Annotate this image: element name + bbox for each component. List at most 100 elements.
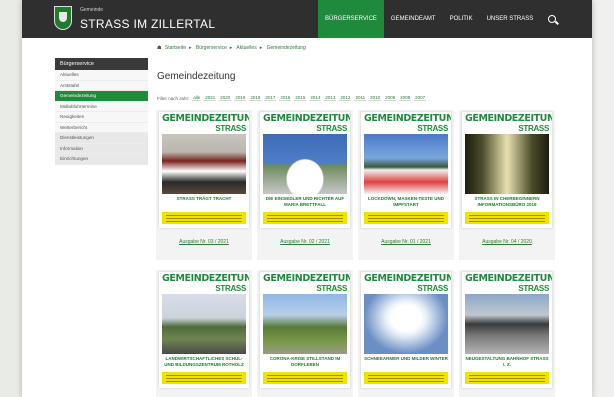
year-filter-link[interactable]: 2012 [339,95,352,101]
cover-masthead-title: GEMEINDEZEITUNG [263,273,350,284]
cover-masthead: GEMEINDEZEITUNG STRASS [361,272,451,294]
year-filter-link[interactable]: 2018 [249,95,262,101]
cover-masthead: GEMEINDEZEITUNG STRASS [462,272,552,294]
cover-masthead-place: STRASS [316,284,347,293]
year-filter-link[interactable]: 2017 [264,95,277,101]
year-filter-link[interactable]: 2015 [294,95,307,101]
nav-item-politik[interactable]: POLITIK [443,0,480,38]
cover-photo [465,134,549,194]
newspaper-cover[interactable]: GEMEINDEZEITUNG STRASS LOCKDOWN, MASKEN-… [361,112,451,228]
newspaper-card[interactable]: GEMEINDEZEITUNG STRASS LANDWIRTSCHAFTLIC… [156,270,252,397]
cover-masthead: GEMEINDEZEITUNG STRASS [462,112,552,134]
newspaper-cover[interactable]: GEMEINDEZEITUNG STRASS STRASS TRÄGT TRAC… [159,112,249,228]
newspaper-card[interactable]: GEMEINDEZEITUNG STRASS DIE EINSIEDLER UN… [257,110,353,260]
year-filter-link[interactable]: 2016 [279,95,292,101]
newspaper-cover[interactable]: GEMEINDEZEITUNG STRASS DIE EINSIEDLER UN… [260,112,350,228]
sidebar-item-amtstafel[interactable]: Amtstafel [55,80,148,91]
coat-of-arms-icon[interactable] [54,6,72,30]
sidebar-item-neuigkeiten[interactable]: Neuigkeiten [55,112,148,123]
main-nav: BÜRGERSERVICE GEMEINDEAMT POLITIK UNSER … [318,0,540,38]
issue-link[interactable]: Ausgabe Nr. 02 / 2021 [257,236,353,248]
nav-item-buergerservice[interactable]: BÜRGERSERVICE [318,0,384,38]
cover-footer-band [162,372,246,384]
cover-headline: STRASS TRÄGT TRACHT [176,196,232,201]
sidebar: Bürgerservice Aktuelles Amtstafel Gemein… [55,58,148,165]
breadcrumb-separator-icon: ▸ [229,45,233,51]
breadcrumb-item[interactable]: Gemeindezeitung [267,45,306,51]
cover-headline: NEUGESTALTUNG BAHNHOF STRASS I. Z. [465,356,549,367]
newspaper-card[interactable]: GEMEINDEZEITUNG STRASS SCHNEEARMER UND M… [358,270,454,397]
newspaper-cover[interactable]: GEMEINDEZEITUNG STRASS SCHNEEARMER UND M… [361,272,451,388]
cover-photo [162,134,246,194]
breadcrumb-item[interactable]: Bürgerservice [196,45,227,51]
home-icon[interactable]: ☗ [157,45,161,51]
breadcrumb-item[interactable]: Startseite [165,45,186,51]
breadcrumb: ☗ Startseite ▸ Bürgerservice ▸ Aktuelles ▸ … [157,45,306,51]
issue-link[interactable]: Ausgabe Nr. 03 / 2021 [156,236,252,248]
sidebar-item-gemeindezeitung[interactable]: Gemeindezeitung [55,91,148,102]
cover-photo [364,134,448,194]
cover-photo [263,294,347,354]
cover-photo [465,294,549,354]
year-filter-label: Filter nach Jahr: [157,95,190,101]
breadcrumb-separator-icon: ▸ [189,45,192,51]
search-icon[interactable] [548,15,556,23]
cover-masthead-title: GEMEINDEZEITUNG [162,273,249,284]
brand-title[interactable]: STRASS IM ZILLERTAL [80,17,215,31]
sidebar-item-dienstleistungen[interactable]: Dienstleistungen [55,133,148,144]
newspaper-cover[interactable]: GEMEINDEZEITUNG STRASS LANDWIRTSCHAFTLIC… [159,272,249,388]
cover-footer-band [465,372,549,384]
year-filter-link[interactable]: 2011 [354,95,367,101]
cover-masthead-place: STRASS [417,284,448,293]
year-filter-link[interactable]: 2014 [309,95,322,101]
newspaper-card[interactable]: GEMEINDEZEITUNG STRASS CORONA-KRISE STIL… [257,270,353,397]
year-filter-link[interactable]: 2009 [384,95,397,101]
newspaper-cover[interactable]: GEMEINDEZEITUNG STRASS CORONA-KRISE STIL… [260,272,350,388]
newspaper-card[interactable]: GEMEINDEZEITUNG STRASS STRASS IN CHERBEG… [459,110,555,260]
cover-masthead: GEMEINDEZEITUNG STRASS [159,272,249,294]
breadcrumb-item[interactable]: Aktuelles [236,45,256,51]
browser-page: Gemeinde STRASS IM ZILLERTAL BÜRGERSERVI… [22,0,592,397]
cover-masthead-title: GEMEINDEZEITUNG [364,273,451,284]
year-filter-link[interactable]: 2021 [204,95,217,101]
page-title: Gemeindezeitung [157,71,236,82]
cover-footer-band [263,212,347,224]
cover-masthead-place: STRASS [215,284,246,293]
year-filter-link[interactable]: 2007 [414,95,427,101]
sidebar-item-information[interactable]: Information [55,143,148,154]
cover-footer-band [162,212,246,224]
year-filter-link[interactable]: alle [192,95,202,101]
year-filter-link[interactable]: 2020 [219,95,232,101]
newspaper-card[interactable]: GEMEINDEZEITUNG STRASS LOCKDOWN, MASKEN-… [358,110,454,260]
sidebar-title[interactable]: Bürgerservice [55,58,148,70]
cover-masthead: GEMEINDEZEITUNG STRASS [260,272,350,294]
issue-link[interactable]: Ausgabe Nr. 04 / 2020 [459,236,555,248]
cover-headline: STRASS IN CHERBEGINNERN INFORMATIONSBÜRO… [474,196,540,207]
newspaper-card[interactable]: GEMEINDEZEITUNG STRASS NEUGESTALTUNG BAH… [459,270,555,397]
cover-photo [263,134,347,194]
year-filter-link[interactable]: 2010 [369,95,382,101]
year-filter-link[interactable]: 2008 [399,95,412,101]
year-filter-link[interactable]: 2019 [234,95,247,101]
sidebar-item-muellabfuhrtermine[interactable]: Müllabfuhrtermine [55,101,148,112]
newspaper-card[interactable]: GEMEINDEZEITUNG STRASS STRASS TRÄGT TRAC… [156,110,252,260]
breadcrumb-separator-icon: ▸ [259,45,263,51]
nav-item-gemeindeamt[interactable]: GEMEINDEAMT [384,0,443,38]
cover-headline: CORONA-KRISE STILLSTAND IM DORFLEBEN [269,356,341,367]
sidebar-item-einrichtungen[interactable]: Einrichtungen [55,154,148,165]
sidebar-item-aktuelles[interactable]: Aktuelles [55,70,148,81]
brand-subtitle[interactable]: Gemeinde [80,7,103,13]
nav-item-unser-strass[interactable]: UNSER STRASS [480,0,541,38]
cover-headline: LANDWIRTSCHAFTLICHES SCHUL- UND BILDUNGS… [164,356,244,367]
year-filter-link[interactable]: 2013 [324,95,337,101]
issue-link[interactable]: Ausgabe Nr. 01 / 2021 [358,236,454,248]
cover-masthead: GEMEINDEZEITUNG STRASS [260,112,350,134]
cover-footer-band [465,212,549,224]
year-filter: Filter nach Jahr: alle 2021 2020 2019 20… [157,95,427,101]
cover-headline: SCHNEEARMER UND MILDER WINTER [364,356,448,361]
sidebar-item-wetterbericht[interactable]: Wetterbericht [55,122,148,133]
cover-masthead-title: GEMEINDEZEITUNG [162,113,249,124]
newspaper-cover[interactable]: GEMEINDEZEITUNG STRASS NEUGESTALTUNG BAH… [462,272,552,388]
newspaper-cover[interactable]: GEMEINDEZEITUNG STRASS STRASS IN CHERBEG… [462,112,552,228]
cover-photo [162,294,246,354]
